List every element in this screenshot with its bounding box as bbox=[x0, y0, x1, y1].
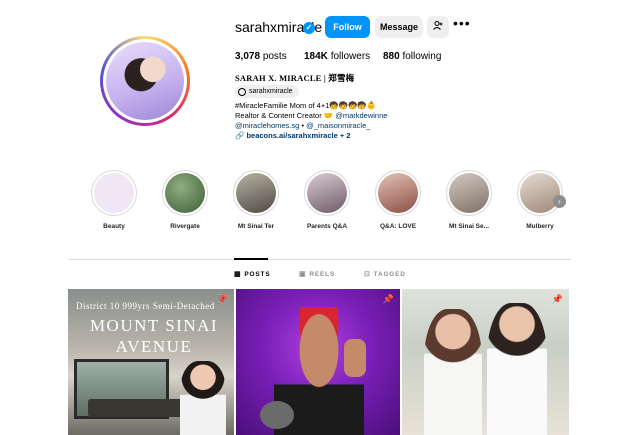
link-icon: 🔗 bbox=[235, 131, 247, 140]
post-subtitle: District 10 999yrs Semi-Detached bbox=[76, 301, 215, 311]
highlight-image bbox=[236, 173, 276, 213]
highlight-beauty[interactable]: Beauty bbox=[84, 170, 144, 230]
highlight-label: Parents Q&A bbox=[306, 223, 348, 230]
posts-stat: 3,078 posts bbox=[235, 51, 287, 62]
highlight-cover bbox=[91, 170, 137, 216]
tab-tagged[interactable]: ⊡ TAGGED bbox=[364, 270, 406, 279]
add-user-icon[interactable] bbox=[427, 16, 449, 38]
active-tab-indicator bbox=[234, 258, 268, 260]
followers-stat[interactable]: 184K followers bbox=[304, 51, 370, 62]
avatar-image bbox=[106, 42, 184, 120]
highlight-mt-sinai-se[interactable]: Mt Sinai Se... bbox=[439, 170, 499, 230]
bio-line: #MiracleFamilie Mom of 4+1🧒🧒🧒🧒👶 bbox=[235, 101, 377, 110]
highlight-image bbox=[520, 173, 560, 213]
following-label: following bbox=[402, 51, 442, 62]
bio-mention-link[interactable]: @markdewinne bbox=[335, 111, 387, 120]
tabs-divider bbox=[68, 259, 571, 260]
post-image-thumbs-up bbox=[344, 339, 366, 377]
following-stat[interactable]: 880 following bbox=[383, 51, 441, 62]
highlight-cover bbox=[304, 170, 350, 216]
followers-label: followers bbox=[330, 51, 371, 62]
bio-line: Realtor & Content Creator 🤝 @markdewinne bbox=[235, 111, 495, 121]
post-title: MOUNT SINAI AVENUE bbox=[89, 316, 219, 356]
highlight-label: Mt Sinai Se... bbox=[448, 223, 490, 230]
following-count: 880 bbox=[383, 51, 400, 62]
tab-posts[interactable]: ▦ POSTS bbox=[234, 270, 271, 279]
pin-icon: 📌 bbox=[551, 294, 563, 304]
tab-reels[interactable]: ▣ REELS bbox=[299, 270, 336, 279]
highlight-image bbox=[307, 173, 347, 213]
message-button[interactable]: Message bbox=[375, 16, 423, 38]
highlight-mt-sinai-ter[interactable]: Mt Sinai Ter bbox=[226, 170, 286, 230]
profile-full-name: SARAH X. MIRACLE | 郑雪梅 bbox=[235, 73, 355, 83]
follow-button[interactable]: Follow bbox=[325, 16, 370, 38]
posts-label: posts bbox=[262, 51, 287, 62]
post-image-person bbox=[424, 309, 482, 435]
tab-label: TAGGED bbox=[373, 270, 406, 278]
bio-link-text: beacons.ai/sarahxmiracle + 2 bbox=[246, 131, 351, 140]
profile-bio: #MiracleFamilie Mom of 4+1🧒🧒🧒🧒👶 Realtor … bbox=[235, 101, 495, 141]
highlight-image bbox=[378, 173, 418, 213]
post-image-sofa bbox=[88, 399, 183, 417]
pin-icon: 📌 bbox=[382, 294, 394, 304]
post-image-microphone bbox=[260, 401, 294, 429]
threads-icon bbox=[238, 87, 246, 96]
highlight-image bbox=[449, 173, 489, 213]
highlight-qa-love[interactable]: Q&A: LOVE bbox=[368, 170, 428, 230]
post-thumbnail[interactable]: District 10 999yrs Semi-Detached MOUNT S… bbox=[68, 289, 234, 435]
posts-count: 3,078 bbox=[235, 51, 261, 62]
chevron-right-icon[interactable]: › bbox=[553, 195, 566, 208]
highlight-image bbox=[165, 173, 205, 213]
more-options-icon[interactable]: ••• bbox=[453, 15, 471, 31]
profile-avatar[interactable] bbox=[100, 36, 190, 126]
grid-icon: ▦ bbox=[234, 271, 242, 278]
bio-mention-link[interactable]: @_maisonmiracle_ bbox=[306, 121, 370, 130]
highlight-label: Rivergate bbox=[170, 223, 200, 230]
threads-handle: sarahxmiracle bbox=[249, 88, 293, 95]
post-thumbnail[interactable]: 📌 bbox=[402, 289, 569, 435]
highlight-label: Mulberry bbox=[526, 223, 554, 230]
bio-mention-link[interactable]: @miraclehomes.sg bbox=[235, 121, 299, 130]
post-image-person bbox=[180, 361, 226, 435]
highlight-label: Mt Sinai Ter bbox=[237, 223, 275, 230]
tagged-icon: ⊡ bbox=[364, 271, 371, 278]
followers-count: 184K bbox=[304, 51, 328, 62]
highlight-cover bbox=[446, 170, 492, 216]
reels-icon: ▣ bbox=[299, 271, 307, 278]
post-thumbnail[interactable]: 📌 bbox=[236, 289, 400, 435]
threads-link[interactable]: sarahxmiracle bbox=[235, 85, 299, 98]
pin-icon: 📌 bbox=[216, 294, 228, 304]
bio-text: Realtor & Content Creator 🤝 bbox=[235, 111, 336, 120]
highlight-parents-qa[interactable]: Parents Q&A bbox=[297, 170, 357, 230]
highlight-label: Q&A: LOVE bbox=[379, 223, 417, 230]
verified-badge-icon: ✓ bbox=[303, 22, 315, 34]
bio-external-link[interactable]: 🔗 beacons.ai/sarahxmiracle + 2 bbox=[235, 131, 495, 141]
post-image-person bbox=[487, 303, 547, 435]
avatar-border bbox=[103, 39, 187, 123]
highlight-image bbox=[94, 173, 134, 213]
highlight-rivergate[interactable]: Rivergate bbox=[155, 170, 215, 230]
highlight-cover bbox=[162, 170, 208, 216]
highlight-cover bbox=[517, 170, 563, 216]
highlight-cover bbox=[375, 170, 421, 216]
bio-line: @miraclehomes.sg • @_maisonmiracle_ bbox=[235, 121, 495, 131]
highlight-cover bbox=[233, 170, 279, 216]
tab-label: POSTS bbox=[244, 270, 271, 278]
highlight-label: Beauty bbox=[103, 223, 125, 230]
tab-label: REELS bbox=[309, 270, 336, 278]
